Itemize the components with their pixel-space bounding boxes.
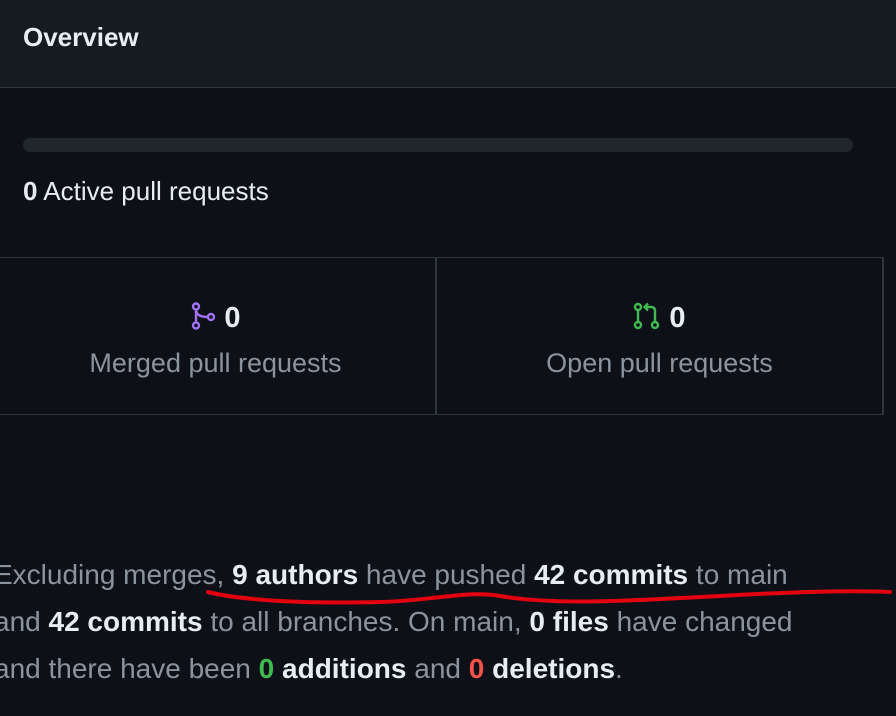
commits-all-link[interactable]: 42 commits	[49, 606, 203, 637]
files-changed-link[interactable]: 0 files	[529, 606, 608, 637]
commits-main-link[interactable]: 42 commits	[534, 559, 688, 590]
authors-link[interactable]: 9 authors	[232, 559, 358, 590]
commit-summary: Excluding merges, 9 authors have pushed …	[0, 559, 793, 684]
overview-header: Overview	[0, 0, 896, 88]
additions-count: 0	[258, 653, 275, 684]
open-count: 0	[669, 302, 686, 334]
pull-request-progress-bar	[23, 138, 853, 152]
git-pull-request-icon	[633, 302, 661, 335]
open-label: Open pull requests	[546, 348, 773, 378]
git-merge-icon	[190, 302, 216, 335]
page-title: Overview	[23, 22, 139, 52]
merged-label: Merged pull requests	[89, 348, 342, 378]
active-pull-requests: 0 Active pull requests	[23, 176, 269, 207]
additions-label: additions	[274, 653, 407, 684]
active-count: 0	[23, 176, 38, 206]
pull-request-stats: 0 Merged pull requests 0 Open pull reque…	[0, 257, 884, 415]
open-pull-requests[interactable]: 0 Open pull requests	[437, 258, 884, 414]
deletions-label: deletions	[484, 653, 616, 684]
active-pull-requests-section: 0 Active pull requests	[0, 88, 896, 258]
active-label: Active pull requests	[43, 176, 269, 206]
merged-pull-requests[interactable]: 0 Merged pull requests	[0, 258, 437, 414]
merged-count: 0	[224, 302, 241, 334]
deletions-count: 0	[468, 653, 485, 684]
